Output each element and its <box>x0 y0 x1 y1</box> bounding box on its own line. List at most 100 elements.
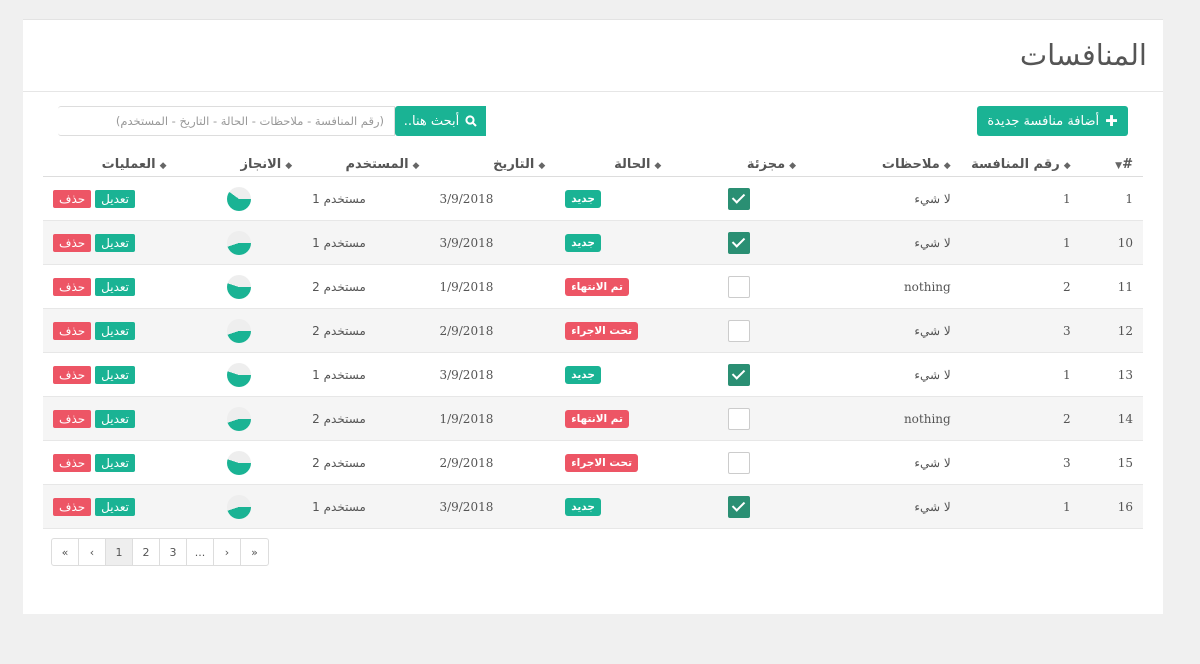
column-header-label: العمليات <box>101 156 156 172</box>
last-page-link[interactable]: » <box>241 539 268 565</box>
split-cell <box>671 308 807 353</box>
delete-button[interactable]: حذف <box>53 321 92 340</box>
delete-button[interactable]: حذف <box>53 409 92 428</box>
search-icon <box>465 115 477 127</box>
operations-cell: حذف تعديل <box>43 176 177 221</box>
row-id: 15 <box>1080 440 1143 485</box>
delete-button[interactable]: حذف <box>53 189 92 208</box>
page-link[interactable]: 1 <box>106 539 133 565</box>
split-checkbox[interactable] <box>727 407 750 430</box>
date-cell: 2/9/2018 <box>429 308 556 353</box>
edit-button[interactable]: تعديل <box>95 453 136 472</box>
add-competition-label: أضافة منافسة جديدة <box>987 113 1100 129</box>
delete-button[interactable]: حذف <box>53 365 92 384</box>
progress-pie <box>227 362 252 387</box>
status-cell: تم الانتهاء <box>555 396 672 441</box>
next-page-link[interactable]: › <box>214 539 241 565</box>
notes-cell: لا شيء <box>806 484 961 529</box>
table-body: 1 1 لا شيء جديد 3/9/2018 مستخدم 1 حذف تعديل 10 1 ل… <box>43 176 1143 529</box>
delete-button[interactable]: حذف <box>53 277 92 296</box>
sort-icon: ◆ <box>285 160 293 171</box>
notes-cell: لا شيء <box>806 352 961 397</box>
split-checkbox[interactable] <box>727 495 750 518</box>
split-cell <box>671 484 807 529</box>
competition-number: 1 <box>960 352 1081 397</box>
search-input[interactable] <box>58 106 395 136</box>
progress-pie <box>227 450 252 475</box>
progress-cell <box>176 352 303 397</box>
sort-icon: ◆ <box>159 160 167 171</box>
row-actions: حذف تعديل <box>53 189 136 208</box>
page-link[interactable]: 2 <box>133 539 160 565</box>
status-badge: تحت الاجراء <box>565 453 639 472</box>
sort-icon: ◆ <box>943 160 951 171</box>
column-header-label: رقم المنافسة <box>971 156 1060 172</box>
column-header[interactable]: ◆مجزئة <box>671 152 807 177</box>
split-checkbox[interactable] <box>727 451 750 474</box>
notes-cell: لا شيء <box>806 308 961 353</box>
edit-button[interactable]: تعديل <box>95 277 136 296</box>
edit-button[interactable]: تعديل <box>95 409 136 428</box>
date-cell: 2/9/2018 <box>429 440 556 485</box>
add-competition-button[interactable]: ✚ أضافة منافسة جديدة <box>977 106 1128 136</box>
split-checkbox[interactable] <box>727 275 750 298</box>
split-checkbox[interactable] <box>727 363 750 386</box>
status-badge: جديد <box>565 189 601 208</box>
plus-icon: ✚ <box>1105 112 1118 130</box>
row-id: 11 <box>1080 264 1143 309</box>
row-id: 14 <box>1080 396 1143 441</box>
sort-icon: ◆ <box>412 160 420 171</box>
date-cell: 3/9/2018 <box>429 484 556 529</box>
split-cell <box>671 440 807 485</box>
column-header[interactable]: ◆الانجاز <box>176 152 303 177</box>
row-id: 10 <box>1080 220 1143 265</box>
operations-cell: حذف تعديل <box>43 352 177 397</box>
progress-pie <box>227 230 252 255</box>
column-header[interactable]: ◆ملاحظات <box>806 152 961 177</box>
column-header-label: ملاحظات <box>881 156 940 172</box>
first-page-link[interactable]: « <box>52 539 79 565</box>
column-header[interactable]: ◆رقم المنافسة <box>960 152 1081 177</box>
table-row: 15 3 لا شيء تحت الاجراء 2/9/2018 مستخدم 2 حذف ت… <box>43 440 1143 485</box>
user-cell: مستخدم 1 <box>302 220 430 265</box>
notes-cell: لا شيء <box>806 440 961 485</box>
operations-cell: حذف تعديل <box>43 308 177 353</box>
column-header[interactable]: ◆التاريخ <box>429 152 556 177</box>
edit-button[interactable]: تعديل <box>95 189 136 208</box>
column-header[interactable]: ◆المستخدم <box>302 152 430 177</box>
row-id: 1 <box>1080 176 1143 221</box>
competition-number: 3 <box>960 308 1081 353</box>
search-button[interactable]: أبحث هنا.. <box>395 106 486 136</box>
prev-page-link[interactable]: ‹ <box>79 539 106 565</box>
progress-cell <box>176 176 303 221</box>
table-row: 12 3 لا شيء تحت الاجراء 2/9/2018 مستخدم 2 حذف ت… <box>43 308 1143 353</box>
row-id: 13 <box>1080 352 1143 397</box>
column-header[interactable]: ◆العمليات <box>43 152 177 177</box>
page-title: المنافسات <box>1019 38 1147 72</box>
split-cell <box>671 396 807 441</box>
split-checkbox[interactable] <box>727 319 750 342</box>
edit-button[interactable]: تعديل <box>95 365 136 384</box>
progress-cell <box>176 396 303 441</box>
progress-cell <box>176 264 303 309</box>
delete-button[interactable]: حذف <box>53 497 92 516</box>
column-header-label: # <box>1122 156 1133 172</box>
edit-button[interactable]: تعديل <box>95 497 136 516</box>
notes-cell: nothing <box>806 264 961 309</box>
table-row: 11 2 nothing تم الانتهاء 1/9/2018 مستخدم 2 حذف… <box>43 264 1143 309</box>
edit-button[interactable]: تعديل <box>95 321 136 340</box>
delete-button[interactable]: حذف <box>53 453 92 472</box>
column-header[interactable]: #▼ <box>1080 152 1143 177</box>
page-link[interactable]: 3 <box>160 539 187 565</box>
split-cell <box>671 264 807 309</box>
column-header[interactable]: ◆الحالة <box>555 152 672 177</box>
table-header-row: #▼ ◆رقم المنافسة ◆ملاحظات ◆مجزئة ◆الحالة ◆الت… <box>43 152 1143 177</box>
status-cell: جديد <box>555 352 672 397</box>
edit-button[interactable]: تعديل <box>95 233 136 252</box>
split-checkbox[interactable] <box>727 187 750 210</box>
split-checkbox[interactable] <box>727 231 750 254</box>
status-badge: تم الانتهاء <box>565 409 629 428</box>
row-actions: حذف تعديل <box>53 277 136 296</box>
user-cell: مستخدم 2 <box>302 396 430 441</box>
delete-button[interactable]: حذف <box>53 233 92 252</box>
